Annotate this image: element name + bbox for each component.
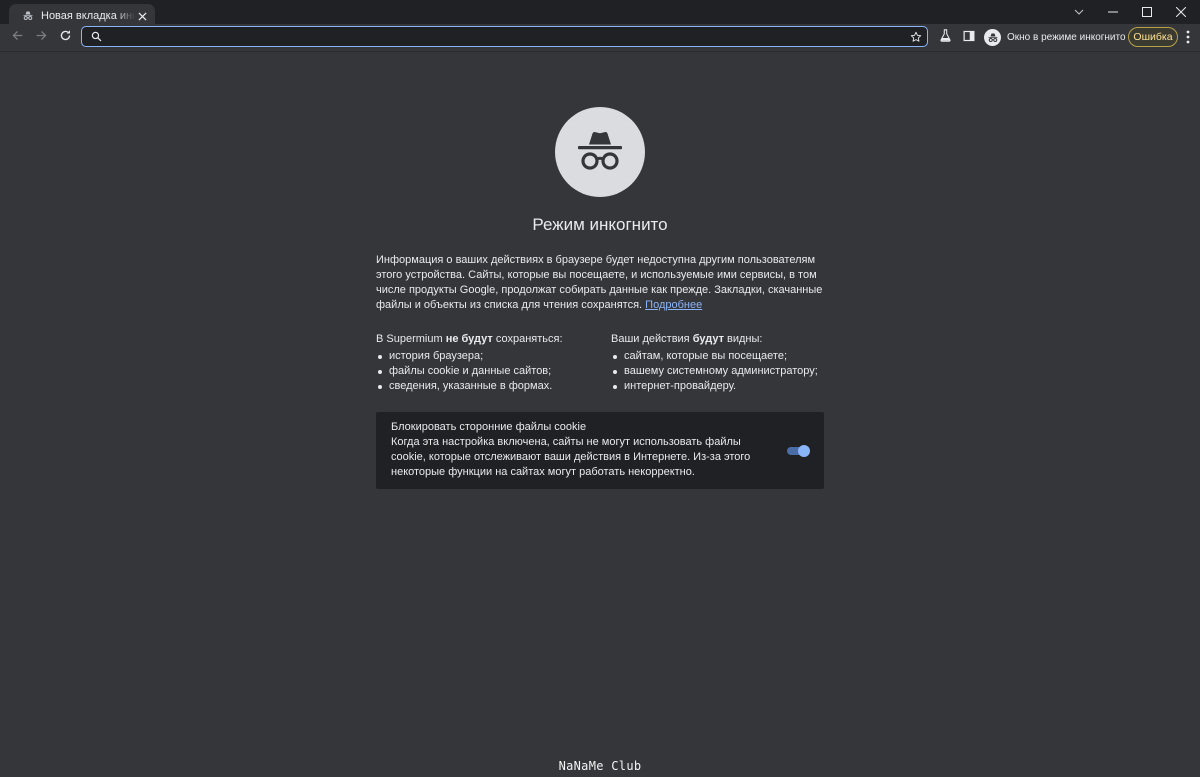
list-item: вашему системному администратору; bbox=[613, 365, 818, 377]
error-button[interactable]: Ошибка bbox=[1128, 27, 1178, 47]
maximize-icon[interactable] bbox=[1130, 0, 1164, 24]
search-icon bbox=[84, 31, 108, 42]
cookie-card-description: Когда эта настройка включена, сайты не м… bbox=[391, 436, 751, 478]
list-item: интернет-провайдеру. bbox=[613, 379, 818, 394]
list-item: сайтам, которые вы посещаете; bbox=[613, 349, 818, 364]
profile-label: Окно в режиме инкогнито bbox=[1007, 32, 1126, 43]
close-icon[interactable] bbox=[1164, 0, 1198, 24]
learn-more-link[interactable]: Подробнее bbox=[645, 299, 702, 311]
address-bar[interactable] bbox=[81, 26, 928, 47]
close-icon[interactable] bbox=[135, 9, 149, 23]
chevron-down-icon[interactable] bbox=[1062, 0, 1096, 24]
arrow-right-icon bbox=[35, 29, 48, 47]
incognito-hero-icon bbox=[555, 107, 645, 197]
list-item: файлы cookie и данные сайтов; bbox=[378, 364, 563, 379]
block-third-party-cookies-toggle[interactable] bbox=[786, 445, 810, 457]
intro-body: Информация о ваших действиях в браузере … bbox=[376, 254, 823, 311]
heading-prefix: В Supermium bbox=[376, 333, 446, 345]
not-saved-list: В Supermium не будут сохраняться: истори… bbox=[376, 332, 563, 394]
arrow-left-icon bbox=[11, 29, 24, 47]
tab-title: Новая вкладка инкогнито bbox=[41, 10, 135, 22]
toggle-knob bbox=[798, 445, 810, 457]
reload-button[interactable] bbox=[53, 26, 77, 50]
star-icon[interactable] bbox=[905, 31, 927, 43]
heading-bold: будут bbox=[692, 333, 724, 345]
not-saved-heading: В Supermium не будут сохраняться: bbox=[376, 332, 563, 347]
toolbar: Окно в режиме инкогнито Ошибка bbox=[0, 24, 1200, 52]
incognito-profile-chip[interactable]: Окно в режиме инкогнито bbox=[984, 27, 1126, 48]
incognito-icon bbox=[578, 131, 622, 170]
visible-to-list: Ваши действия будут видны: сайтам, котор… bbox=[611, 332, 818, 394]
heading-suffix: видны: bbox=[723, 333, 763, 345]
list-item: сведения, указанные в формах. bbox=[378, 379, 563, 394]
address-input[interactable] bbox=[108, 27, 905, 46]
reload-icon bbox=[59, 29, 72, 47]
list-item: история браузера; bbox=[378, 349, 563, 364]
labs-button[interactable] bbox=[933, 26, 957, 50]
page-title: Режим инкогнито bbox=[532, 215, 668, 234]
more-vert-icon[interactable] bbox=[1180, 27, 1196, 47]
new-tab-button[interactable] bbox=[162, 7, 184, 23]
heading-bold: не будут bbox=[445, 333, 493, 345]
back-button[interactable] bbox=[5, 26, 29, 50]
side-panel-icon bbox=[963, 29, 975, 47]
minimize-icon[interactable] bbox=[1096, 0, 1130, 24]
heading-suffix: сохраняться: bbox=[492, 333, 563, 345]
incognito-icon bbox=[21, 9, 35, 23]
heading-prefix: Ваши действия bbox=[611, 333, 693, 345]
incognito-ntp: Режим инкогнито Информация о ваших дейст… bbox=[0, 52, 1200, 777]
incognito-icon bbox=[984, 29, 1001, 46]
title-bar: Новая вкладка инкогнито bbox=[0, 0, 1200, 28]
side-panel-button[interactable] bbox=[957, 26, 981, 50]
cookie-card-title: Блокировать сторонние файлы cookie bbox=[391, 421, 587, 433]
flask-icon bbox=[939, 29, 952, 47]
watermark: NaNaMe Club bbox=[558, 759, 642, 773]
cookie-controls-card: Блокировать сторонние файлы cookie Когда… bbox=[376, 412, 824, 489]
visible-to-heading: Ваши действия будут видны: bbox=[611, 332, 818, 347]
intro-text: Информация о ваших действиях в браузере … bbox=[376, 253, 826, 313]
forward-button[interactable] bbox=[29, 26, 53, 50]
